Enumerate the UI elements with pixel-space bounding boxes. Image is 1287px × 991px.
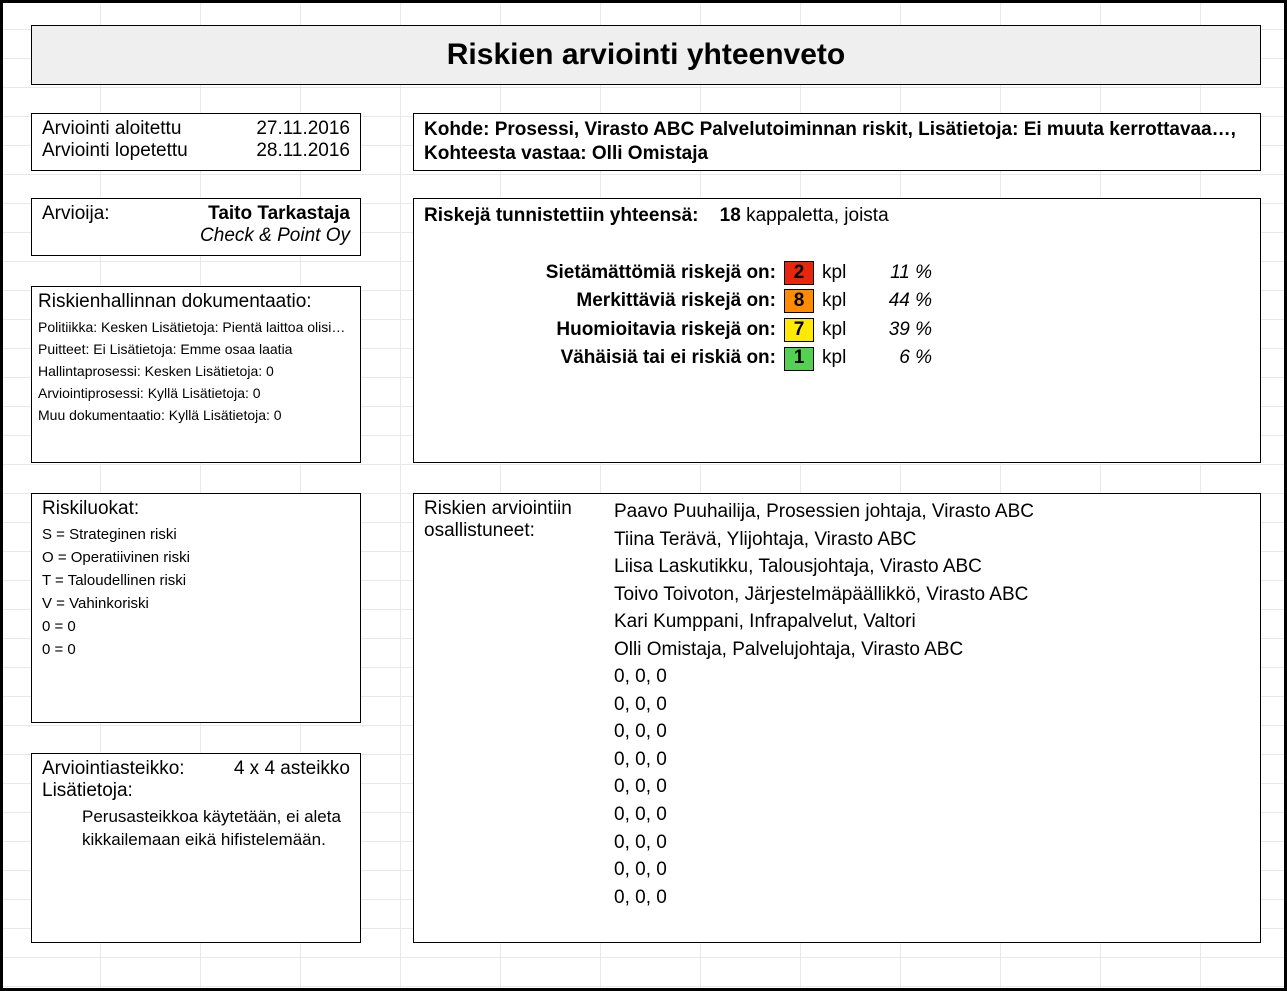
totals-head-b: kappaletta, joista xyxy=(746,205,889,226)
participant: 0, 0, 0 xyxy=(614,856,1034,884)
docs-line: Politiikka: Kesken Lisätietoja: Pientä l… xyxy=(38,319,354,335)
participant: Olli Omistaja, Palvelujohtaja, Virasto A… xyxy=(614,636,1034,664)
totals-row-pct: 39 % xyxy=(862,317,932,344)
totals-row-label: Vähäisiä tai ei riskiä on: xyxy=(484,345,784,372)
totals-count: 18 xyxy=(720,205,741,226)
docs-line: Puitteet: Ei Lisätietoja: Emme osaa laat… xyxy=(38,341,354,357)
category-line: S = Strateginen riski xyxy=(42,526,350,543)
participant: Toivo Toivoton, Järjestelmäpäällikkö, Vi… xyxy=(614,581,1034,609)
start-value: 27.11.2016 xyxy=(256,118,350,140)
assessor-org: Check & Point Oy xyxy=(42,225,350,247)
participant: 0, 0, 0 xyxy=(614,773,1034,801)
totals-row-kpl: kpl xyxy=(822,345,862,372)
assessor-name: Taito Tarkastaja xyxy=(208,203,350,225)
sheet: Riskien arviointi yhteenveto Arviointi a… xyxy=(0,0,1287,991)
assessor-label: Arvioija: xyxy=(42,203,110,225)
totals-row-label: Sietämättömiä riskejä on: xyxy=(484,260,784,287)
totals-row-kpl: kpl xyxy=(822,260,862,287)
participant: Tiina Terävä, Ylijohtaja, Virasto ABC xyxy=(614,526,1034,554)
participant: 0, 0, 0 xyxy=(614,884,1034,912)
documentation-box: Riskienhallinnan dokumentaatio: Politiik… xyxy=(31,286,361,463)
target-box: Kohde: Prosessi, Virasto ABC Palvelutoim… xyxy=(413,113,1261,171)
participants-label-a: Riskien arviointiin xyxy=(424,498,614,520)
participant: 0, 0, 0 xyxy=(614,746,1034,774)
category-line: V = Vahinkoriski xyxy=(42,595,350,612)
participant: 0, 0, 0 xyxy=(614,801,1034,829)
totals-row-kpl: kpl xyxy=(822,288,862,315)
totals-row-count: 8 xyxy=(784,289,814,313)
totals-row-label: Merkittäviä riskejä on: xyxy=(484,288,784,315)
totals-row: Vähäisiä tai ei riskiä on:1 kpl6 % xyxy=(484,345,1250,372)
cats-head: Riskiluokat: xyxy=(42,498,350,520)
totals-row-pct: 44 % xyxy=(862,288,932,315)
category-line: O = Operatiivinen riski xyxy=(42,549,350,566)
end-label: Arviointi lopetettu xyxy=(42,140,188,162)
totals-row-pct: 6 % xyxy=(862,345,932,372)
totals-row: Sietämättömiä riskejä on:2 kpl11 % xyxy=(484,260,1250,287)
totals-row: Merkittäviä riskejä on:8 kpl44 % xyxy=(484,288,1250,315)
scale-label: Arviointiasteikko: xyxy=(42,758,185,780)
scale-box: Arviointiasteikko: 4 x 4 asteikko Lisäti… xyxy=(31,753,361,943)
totals-row-pct: 11 % xyxy=(862,260,932,287)
dates-box: Arviointi aloitettu 27.11.2016 Arviointi… xyxy=(31,113,361,171)
categories-box: Riskiluokat: S = Strateginen riski O = Op… xyxy=(31,493,361,723)
participant: Liisa Laskutikku, Talousjohtaja, Virasto… xyxy=(614,553,1034,581)
docs-line: Hallintaprosessi: Kesken Lisätietoja: 0 xyxy=(38,363,354,379)
docs-line: Muu dokumentaatio: Kyllä Lisätietoja: 0 xyxy=(38,407,354,423)
totals-row: Huomioitavia riskejä on:7 kpl39 % xyxy=(484,317,1250,344)
totals-box: Riskejä tunnistettiin yhteensä: 18 kappa… xyxy=(413,198,1261,463)
totals-row-count: 1 xyxy=(784,347,814,371)
participant: 0, 0, 0 xyxy=(614,663,1034,691)
totals-row-kpl: kpl xyxy=(822,317,862,344)
end-value: 28.11.2016 xyxy=(256,140,350,162)
totals-row-label: Huomioitavia riskejä on: xyxy=(484,317,784,344)
scale-value: 4 x 4 asteikko xyxy=(234,758,350,780)
scale-extra-label: Lisätietoja: xyxy=(42,780,350,802)
docs-line: Arviointiprosessi: Kyllä Lisätietoja: 0 xyxy=(38,385,354,401)
scale-note: Perusasteikkoa käytetään, ei aleta kikka… xyxy=(82,806,350,852)
docs-head: Riskienhallinnan dokumentaatio: xyxy=(38,291,354,313)
participant: 0, 0, 0 xyxy=(614,718,1034,746)
totals-row-count: 2 xyxy=(784,261,814,285)
participants-box: Riskien arviointiin osallistuneet: Paavo… xyxy=(413,493,1261,943)
category-line: 0 = 0 xyxy=(42,641,350,658)
participant: 0, 0, 0 xyxy=(614,829,1034,857)
participant: Kari Kumppani, Infrapalvelut, Valtori xyxy=(614,608,1034,636)
totals-row-count: 7 xyxy=(784,318,814,342)
participant: 0, 0, 0 xyxy=(614,691,1034,719)
page-title: Riskien arviointi yhteenveto xyxy=(31,25,1261,85)
start-label: Arviointi aloitettu xyxy=(42,118,181,140)
assessor-box: Arvioija: Taito Tarkastaja Check & Point… xyxy=(31,198,361,256)
participant: Paavo Puuhailija, Prosessien johtaja, Vi… xyxy=(614,498,1034,526)
participants-label-b: osallistuneet: xyxy=(424,520,614,542)
category-line: 0 = 0 xyxy=(42,618,350,635)
category-line: T = Taloudellinen riski xyxy=(42,572,350,589)
totals-head-a: Riskejä tunnistettiin yhteensä: xyxy=(424,205,699,226)
